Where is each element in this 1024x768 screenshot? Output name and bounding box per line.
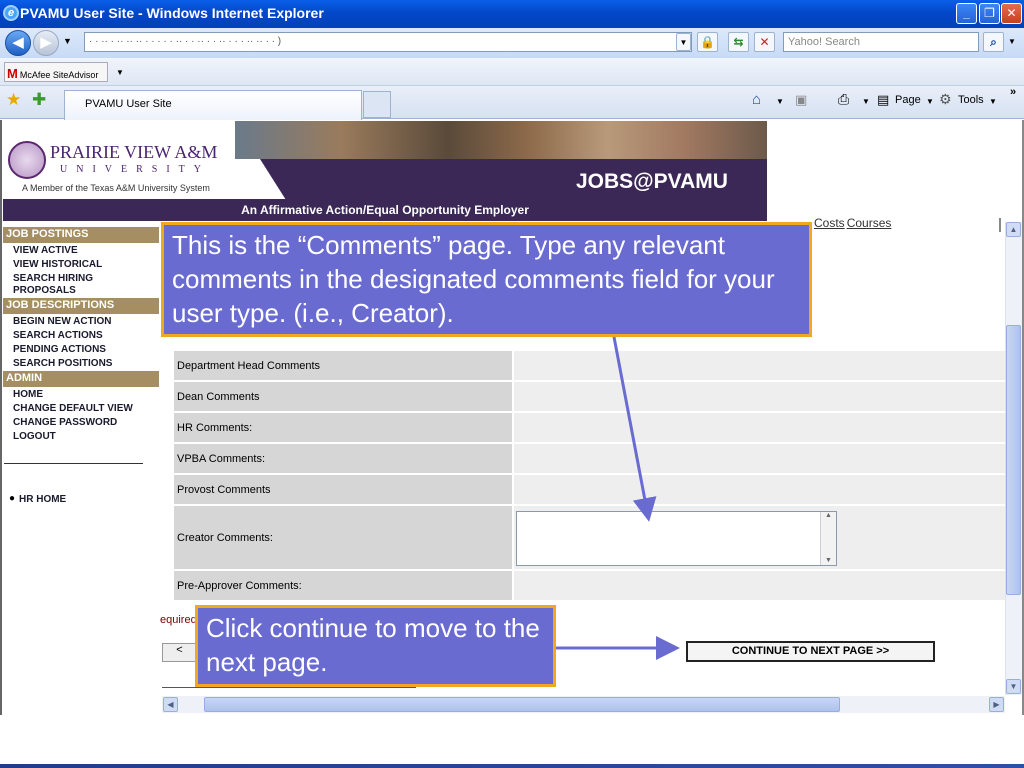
arrow-to-creator-field	[612, 336, 657, 522]
taskbar-edge	[0, 764, 1024, 768]
status-area	[0, 715, 1024, 765]
callout-arrows	[556, 336, 680, 660]
